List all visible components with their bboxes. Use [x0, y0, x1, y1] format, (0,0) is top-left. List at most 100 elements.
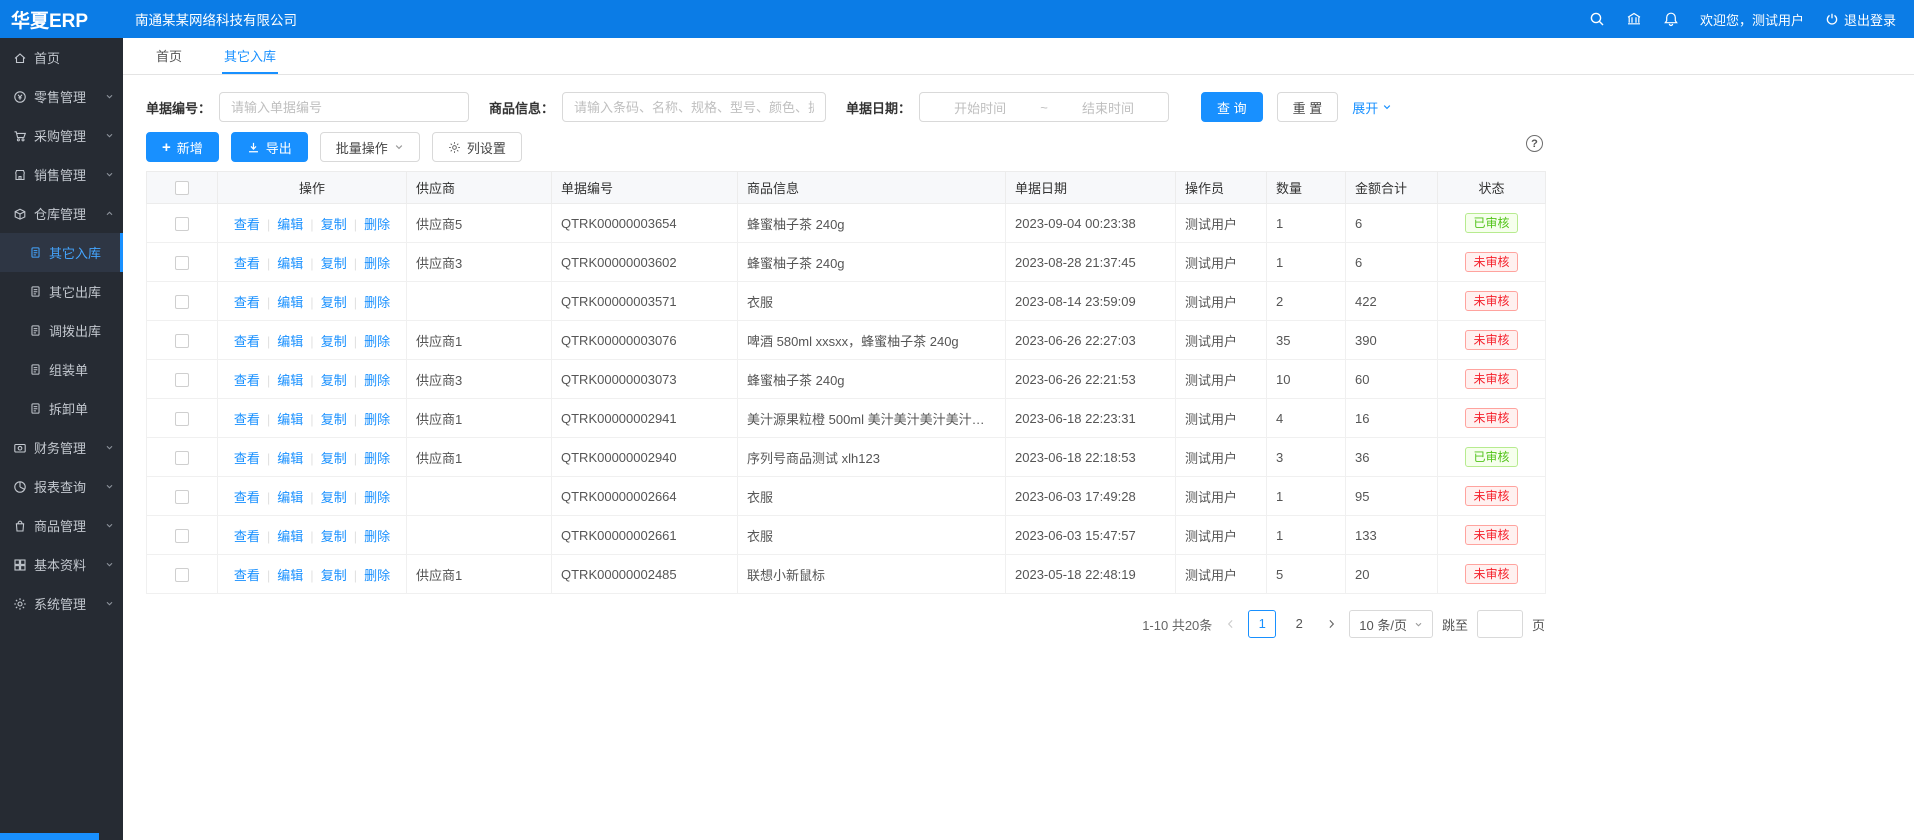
- copy-link[interactable]: 复制: [321, 256, 347, 271]
- view-link[interactable]: 查看: [234, 568, 260, 583]
- row-checkbox[interactable]: [175, 334, 189, 348]
- delete-link[interactable]: 删除: [364, 451, 390, 466]
- sidebar-item-basic-data[interactable]: 基本资料: [0, 545, 123, 584]
- help-icon[interactable]: ?: [1526, 135, 1543, 152]
- date-range-input[interactable]: 开始时间 ~ 结束时间: [919, 92, 1169, 122]
- delete-link[interactable]: 删除: [364, 490, 390, 505]
- delete-link[interactable]: 删除: [364, 568, 390, 583]
- add-button[interactable]: + 新增: [146, 132, 219, 162]
- status-badge: 未审核: [1465, 252, 1517, 272]
- logout-button[interactable]: 退出登录: [1825, 10, 1896, 29]
- delete-link[interactable]: 删除: [364, 295, 390, 310]
- date-range-separator: ~: [1040, 100, 1048, 115]
- copy-link[interactable]: 复制: [321, 568, 347, 583]
- sidebar-item-warehouse[interactable]: 仓库管理: [0, 194, 123, 233]
- row-checkbox[interactable]: [175, 451, 189, 465]
- operator-cell: 测试用户: [1176, 243, 1267, 282]
- sidebar-item-disassembly[interactable]: 拆卸单: [0, 389, 123, 428]
- view-link[interactable]: 查看: [234, 412, 260, 427]
- batch-actions-button[interactable]: 批量操作: [320, 132, 420, 162]
- expand-link[interactable]: 展开: [1352, 98, 1392, 117]
- select-all-checkbox[interactable]: [175, 181, 189, 195]
- qty-cell: 5: [1267, 555, 1346, 594]
- view-link[interactable]: 查看: [234, 529, 260, 544]
- sidebar-item-sales[interactable]: 销售管理: [0, 155, 123, 194]
- copy-link[interactable]: 复制: [321, 451, 347, 466]
- edit-link[interactable]: 编辑: [277, 529, 303, 544]
- view-link[interactable]: 查看: [234, 490, 260, 505]
- sidebar-item-finance[interactable]: 财务管理: [0, 428, 123, 467]
- delete-link[interactable]: 删除: [364, 256, 390, 271]
- sidebar-item-transfer-outbound[interactable]: 调拨出库: [0, 311, 123, 350]
- row-checkbox[interactable]: [175, 256, 189, 270]
- jump-to-input[interactable]: [1477, 610, 1523, 638]
- column-settings-button[interactable]: 列设置: [432, 132, 522, 162]
- delete-link[interactable]: 删除: [364, 217, 390, 232]
- page-button-2[interactable]: 2: [1285, 610, 1313, 638]
- row-operations: 查看|编辑|复制|删除: [218, 516, 407, 555]
- reset-button[interactable]: 重 置: [1277, 92, 1339, 122]
- sidebar-item-reports[interactable]: 报表查询: [0, 467, 123, 506]
- row-checkbox[interactable]: [175, 412, 189, 426]
- copy-link[interactable]: 复制: [321, 490, 347, 505]
- page-size-select[interactable]: 10 条/页: [1349, 610, 1433, 638]
- copy-link[interactable]: 复制: [321, 217, 347, 232]
- view-link[interactable]: 查看: [234, 217, 260, 232]
- edit-link[interactable]: 编辑: [277, 412, 303, 427]
- bell-icon[interactable]: [1663, 11, 1679, 27]
- sidebar-item-other-outbound[interactable]: 其它出库: [0, 272, 123, 311]
- view-link[interactable]: 查看: [234, 334, 260, 349]
- copy-link[interactable]: 复制: [321, 334, 347, 349]
- search-button[interactable]: 查 询: [1201, 92, 1263, 122]
- chevron-down-icon: [105, 560, 114, 569]
- chevron-down-icon: [1414, 620, 1423, 629]
- view-link[interactable]: 查看: [234, 295, 260, 310]
- delete-link[interactable]: 删除: [364, 529, 390, 544]
- delete-link[interactable]: 删除: [364, 373, 390, 388]
- qty-cell: 3: [1267, 438, 1346, 477]
- edit-link[interactable]: 编辑: [277, 373, 303, 388]
- sidebar-item-purchase[interactable]: 采购管理: [0, 116, 123, 155]
- edit-link[interactable]: 编辑: [277, 334, 303, 349]
- copy-link[interactable]: 复制: [321, 373, 347, 388]
- row-checkbox[interactable]: [175, 217, 189, 231]
- row-checkbox[interactable]: [175, 295, 189, 309]
- edit-link[interactable]: 编辑: [277, 451, 303, 466]
- sidebar-item-retail[interactable]: 零售管理: [0, 77, 123, 116]
- gear-icon: [13, 597, 27, 611]
- view-link[interactable]: 查看: [234, 451, 260, 466]
- row-checkbox[interactable]: [175, 490, 189, 504]
- edit-link[interactable]: 编辑: [277, 490, 303, 505]
- tab-other-inbound[interactable]: 其它入库: [222, 38, 278, 74]
- view-link[interactable]: 查看: [234, 256, 260, 271]
- sidebar-item-label: 其它出库: [49, 282, 101, 301]
- delete-link[interactable]: 删除: [364, 412, 390, 427]
- row-checkbox[interactable]: [175, 568, 189, 582]
- copy-link[interactable]: 复制: [321, 295, 347, 310]
- column-header-doc-no: 单据编号: [552, 172, 738, 204]
- export-button[interactable]: 导出: [231, 132, 308, 162]
- page-button-1[interactable]: 1: [1248, 610, 1276, 638]
- sidebar-item-system[interactable]: 系统管理: [0, 584, 123, 623]
- sidebar-item-other-inbound[interactable]: 其它入库: [0, 233, 123, 272]
- edit-link[interactable]: 编辑: [277, 217, 303, 232]
- view-link[interactable]: 查看: [234, 373, 260, 388]
- doc-no-input[interactable]: [219, 92, 469, 122]
- prev-page-button[interactable]: [1221, 610, 1239, 638]
- edit-link[interactable]: 编辑: [277, 295, 303, 310]
- row-checkbox[interactable]: [175, 529, 189, 543]
- sidebar-item-assembly[interactable]: 组装单: [0, 350, 123, 389]
- product-info-input[interactable]: [562, 92, 826, 122]
- row-checkbox[interactable]: [175, 373, 189, 387]
- bank-icon[interactable]: [1626, 11, 1642, 27]
- edit-link[interactable]: 编辑: [277, 256, 303, 271]
- edit-link[interactable]: 编辑: [277, 568, 303, 583]
- next-page-button[interactable]: [1322, 610, 1340, 638]
- tab-home[interactable]: 首页: [154, 38, 184, 74]
- copy-link[interactable]: 复制: [321, 529, 347, 544]
- delete-link[interactable]: 删除: [364, 334, 390, 349]
- search-icon[interactable]: [1589, 11, 1605, 27]
- copy-link[interactable]: 复制: [321, 412, 347, 427]
- sidebar-item-home[interactable]: 首页: [0, 38, 123, 77]
- sidebar-item-goods[interactable]: 商品管理: [0, 506, 123, 545]
